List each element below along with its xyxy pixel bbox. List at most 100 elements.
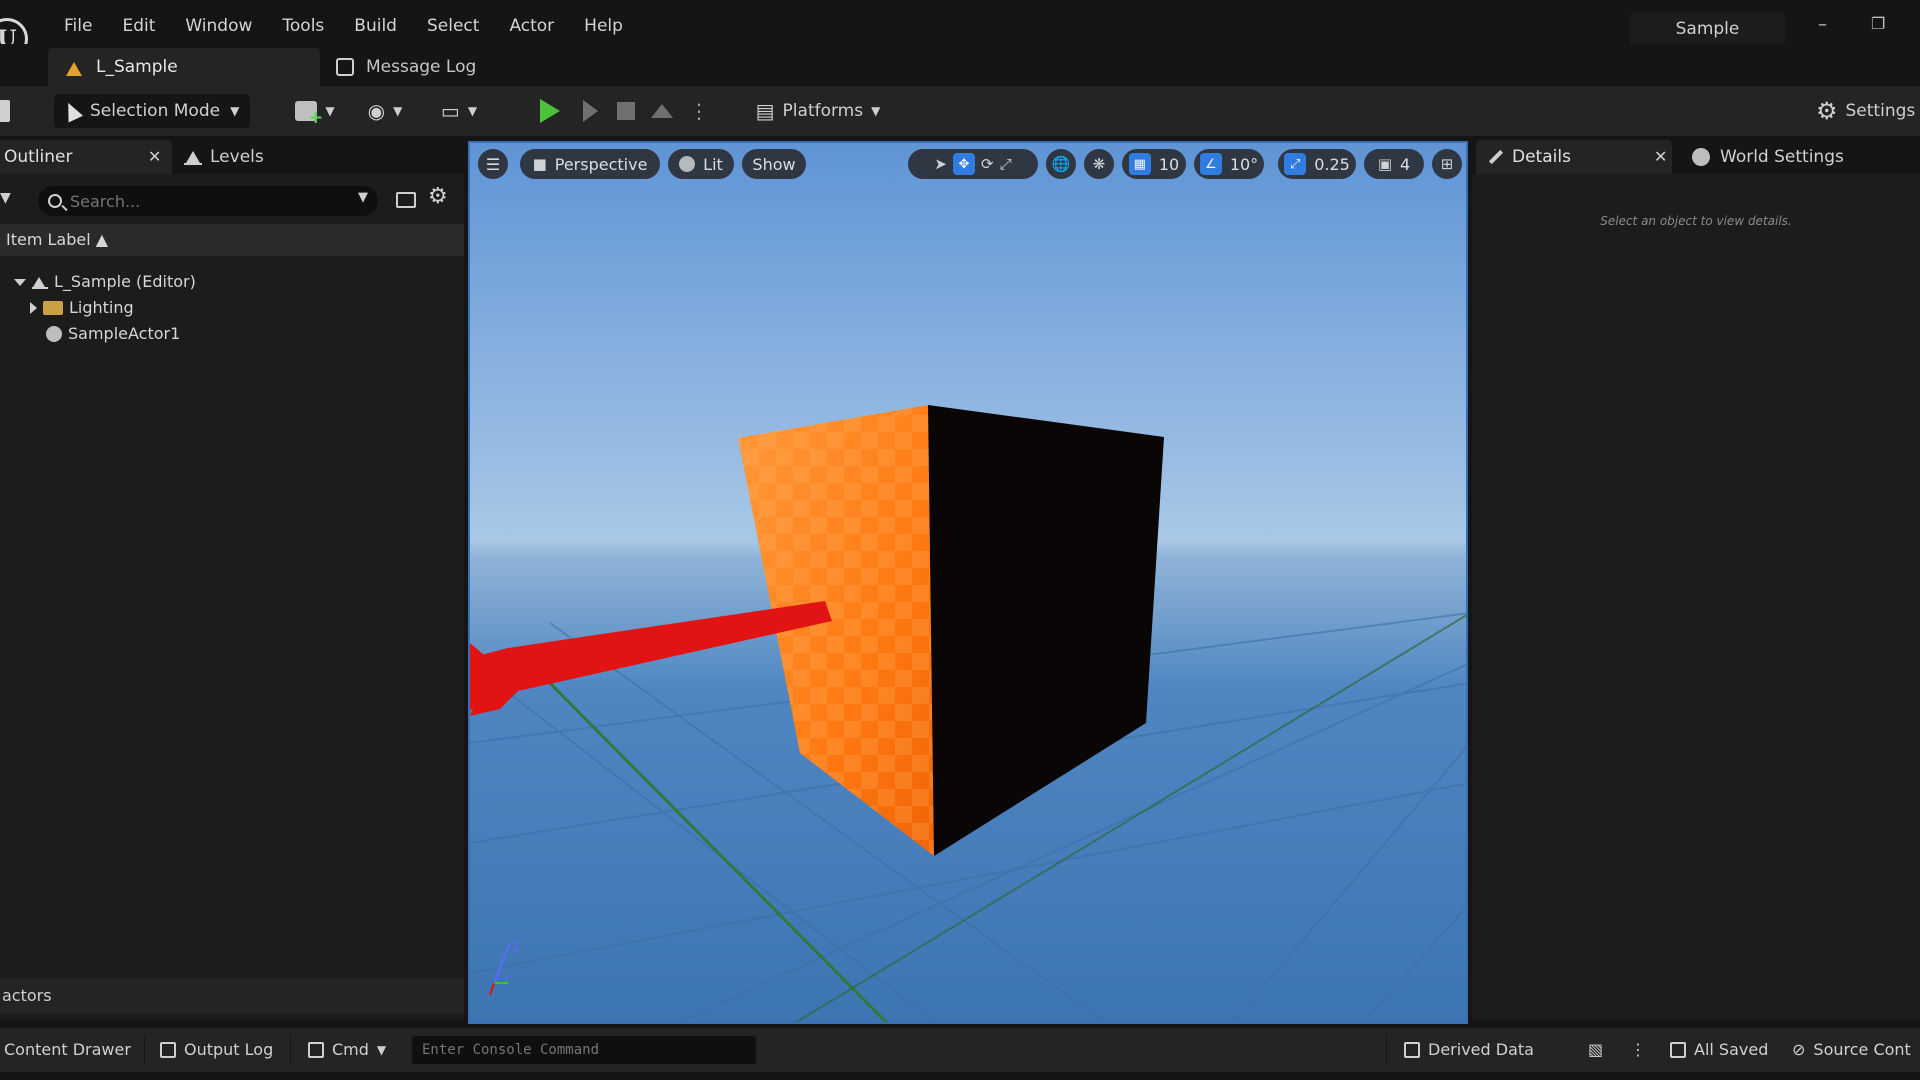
close-icon[interactable]: ✕ [1654,140,1667,174]
message-log-icon [336,58,354,76]
outliner-search[interactable]: ▼ [38,186,378,216]
project-name-badge: Sample [1630,12,1785,46]
world-local-toggle[interactable]: 🌐 [1046,149,1076,179]
source-control-button[interactable]: ⊘ Source Cont [1792,1028,1911,1072]
rotation-snap-button[interactable]: ∠ 10° [1194,149,1264,179]
console-command-input[interactable] [412,1036,756,1064]
menu-actor[interactable]: Actor [495,14,570,38]
search-input[interactable] [70,191,350,211]
play-button[interactable] [532,94,568,128]
chevron-down-icon: ▼ [230,104,240,118]
terminal-icon [308,1042,324,1058]
menu-build[interactable]: Build [340,14,413,38]
tree-item-level[interactable]: L_Sample (Editor) [14,270,196,294]
select-cursor-icon[interactable]: ➤ [934,155,947,173]
level-icon [64,58,84,76]
viewport-menu-button[interactable]: ☰ [478,149,508,179]
sphere-icon [679,156,696,172]
details-tabs: Details ✕ World Settings [1472,140,1920,174]
derived-data-label: Derived Data [1428,1040,1534,1059]
outliner-panel: Outliner ✕ Levels ▼ ▼ ⚙ Item Label ▲ L_S… [0,140,464,1020]
stop-button[interactable] [614,94,638,128]
perspective-button[interactable]: ■ Perspective [520,149,660,179]
platforms-label: Platforms [782,101,864,121]
tab-world-settings[interactable]: World Settings [1692,140,1844,174]
platforms-dropdown[interactable]: ▤ Platforms ▼ [748,94,888,128]
scale-icon[interactable]: ⤢ [1000,155,1012,173]
add-folder-icon[interactable] [396,192,416,208]
surface-snap-icon: ❋ [1092,155,1106,173]
cmd-dropdown[interactable]: Cmd ▼ [308,1028,386,1072]
advance-frame-button[interactable] [576,94,604,128]
layout-grid-icon: ⊞ [1440,155,1454,173]
tree-item-lighting[interactable]: Lighting [30,296,134,320]
save-status-button[interactable]: All Saved [1670,1028,1768,1072]
column-header-item-label[interactable]: Item Label ▲ [0,224,464,256]
axis-z-label: Z [512,941,521,956]
blueprint-button[interactable]: ◉ ▼ [360,94,410,128]
tree-item-sample-actor[interactable]: SampleActor1 [46,322,180,346]
menu-window[interactable]: Window [171,14,268,38]
output-log-button[interactable]: Output Log [160,1028,273,1072]
tree-item-label: SampleActor1 [68,324,181,343]
menu-edit[interactable]: Edit [108,14,171,38]
expand-arrow-icon[interactable] [14,278,26,286]
bottom-edge [0,1072,1920,1080]
menu-select[interactable]: Select [413,14,495,38]
grid-snap-value: 10 [1158,154,1180,174]
divider [1386,1036,1387,1064]
tab-levels[interactable]: Levels [184,140,264,174]
add-actor-button[interactable]: + ▼ [290,94,340,128]
menu-tools[interactable]: Tools [268,14,340,38]
kebab-menu-icon: ⋮ [1630,1040,1646,1059]
surface-snap-button[interactable]: ❋ [1084,149,1114,179]
derived-data-icon [1404,1042,1420,1058]
close-icon[interactable]: ✕ [148,140,161,174]
save-icon[interactable] [0,100,10,122]
maximize-viewport-button[interactable]: ⊞ [1432,149,1462,179]
tab-message-log[interactable]: Message Log [320,48,540,86]
chevron-down-icon[interactable]: ▼ [358,190,368,205]
play-options-button[interactable]: ⋮ [689,94,709,128]
details-panel: Details ✕ World Settings Select an objec… [1472,140,1920,1020]
cinematics-button[interactable]: ▭ ▼ [434,94,484,128]
translate-icon[interactable]: ✥ [952,153,975,175]
tab-details[interactable]: Details ✕ [1476,140,1672,174]
level-viewport[interactable]: Z ☰ ■ Perspective Lit Show ➤ ✥ ⟳ ⤢ 🌐 ❋ ▦… [468,141,1468,1024]
tab-label: Message Log [366,57,477,77]
tab-l-sample[interactable]: L_Sample [48,48,320,86]
settings-label: Settings [1845,101,1916,121]
scale-snap-button[interactable]: ⤢ 0.25 [1278,149,1356,179]
restore-window-icon[interactable]: ❐ [1871,14,1887,38]
content-drawer-button[interactable]: Content Drawer [4,1028,131,1072]
tab-label: World Settings [1720,147,1844,167]
main-menu: File Edit Window Tools Build Select Acto… [50,14,639,38]
lit-button[interactable]: Lit [668,149,734,179]
play-icon [540,99,560,123]
grid-snap-button[interactable]: ▦ 10 [1122,149,1186,179]
status-menu-button[interactable]: ⋮ [1630,1028,1646,1072]
menu-file[interactable]: File [50,14,108,38]
menu-help[interactable]: Help [570,14,639,38]
source-control-status[interactable]: ▧ [1588,1028,1603,1072]
transform-tools: ➤ ✥ ⟳ ⤢ [908,149,1038,179]
derived-data-button[interactable]: Derived Data [1404,1028,1534,1072]
step-forward-icon [582,100,598,122]
selection-mode-dropdown[interactable]: Selection Mode ▼ [54,94,250,128]
tab-outliner[interactable]: Outliner ✕ [0,140,172,174]
camera-speed-button[interactable]: ▣ 4 [1364,149,1424,179]
globe-icon: 🌐 [1051,155,1071,173]
minimize-icon[interactable]: – [1818,14,1834,38]
settings-button[interactable]: ⚙ Settings [1816,94,1920,128]
output-log-icon [160,1042,176,1058]
gear-icon[interactable]: ⚙ [428,184,448,209]
filter-dropdown[interactable]: ▼ [0,190,11,206]
collapse-arrow-icon[interactable] [30,302,37,314]
globe-icon [1692,148,1710,166]
divider [144,1036,145,1064]
stop-icon [617,102,635,120]
rotate-icon[interactable]: ⟳ [981,155,994,173]
show-button[interactable]: Show [742,149,806,179]
chevron-down-icon: ▼ [467,104,478,118]
eject-button[interactable] [648,94,676,128]
